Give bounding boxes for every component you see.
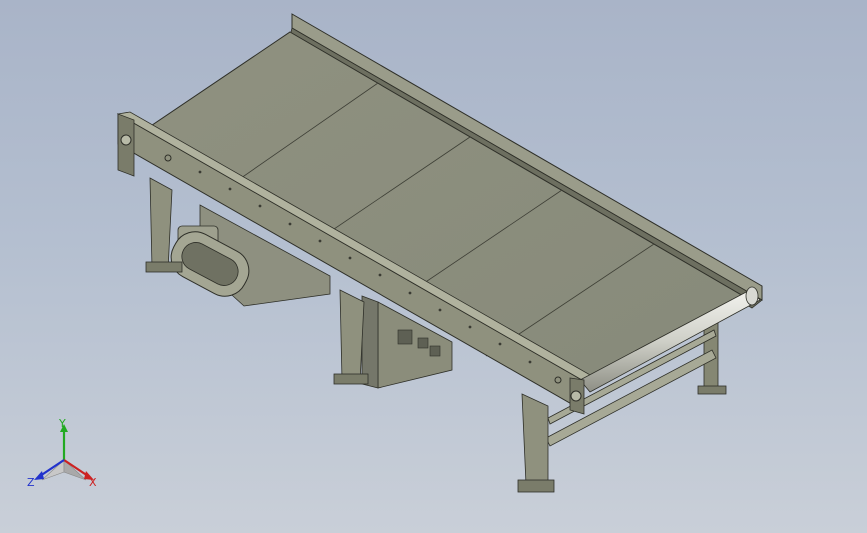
y-axis-label: Y bbox=[59, 417, 66, 430]
head-end-plate bbox=[117, 113, 135, 177]
conveyor-model[interactable] bbox=[0, 0, 867, 533]
z-axis-label: Z bbox=[27, 476, 35, 489]
z-axis-arrow bbox=[34, 471, 44, 480]
tail-end-plate bbox=[569, 377, 585, 415]
x-axis-label: X bbox=[89, 476, 97, 489]
view-orientation-triad[interactable]: Y X Z bbox=[22, 418, 106, 496]
graphics-viewport[interactable]: Y X Z bbox=[0, 0, 867, 533]
